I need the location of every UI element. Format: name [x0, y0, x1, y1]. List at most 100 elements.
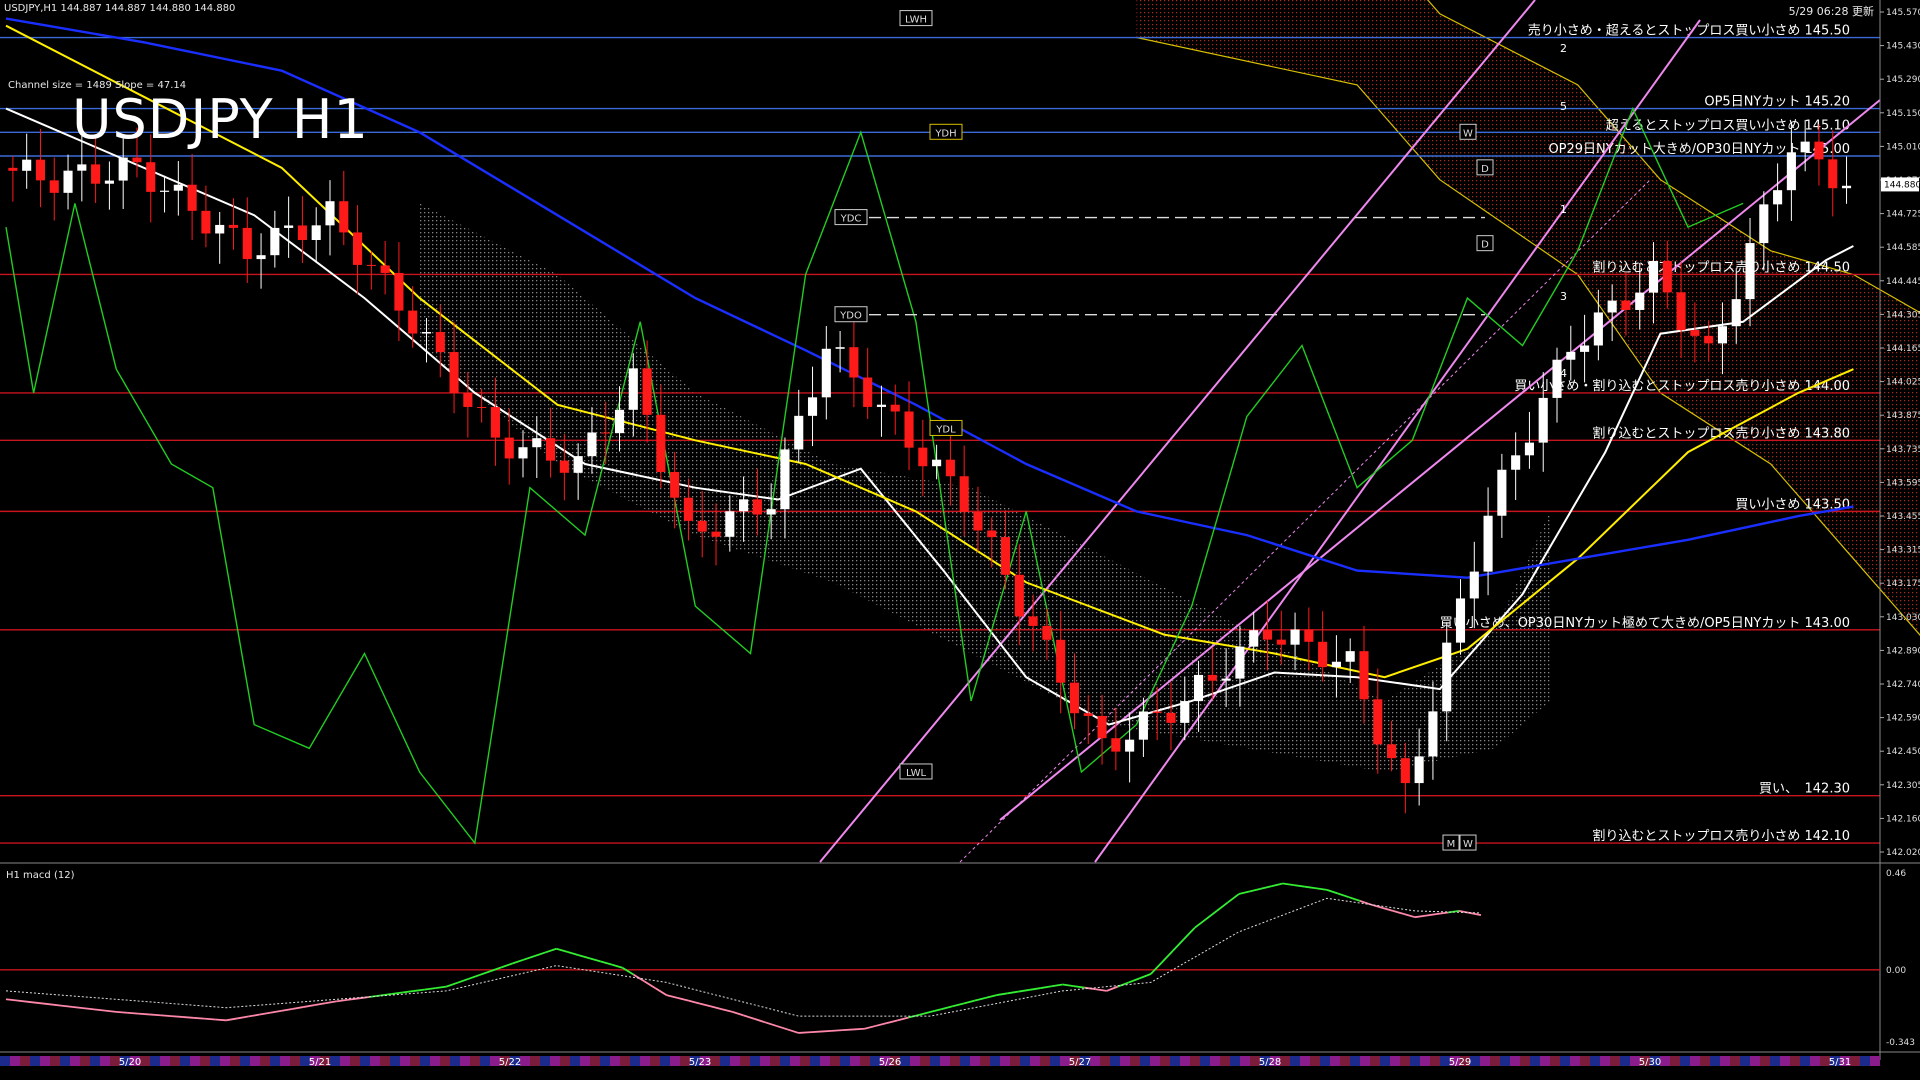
candle-body — [270, 227, 280, 256]
candle-body — [1304, 629, 1314, 642]
macd-segment — [71, 1005, 84, 1010]
date-stripe — [1230, 1056, 1240, 1066]
candle-body — [118, 157, 128, 181]
date-stripe — [480, 1056, 490, 1066]
date-stripe — [1520, 1056, 1530, 1066]
date-stripe — [1590, 1056, 1600, 1066]
date-stripe — [60, 1056, 70, 1066]
candle-body — [697, 520, 707, 532]
candle-body — [366, 264, 376, 266]
projection-label: 4 — [1560, 367, 1567, 380]
date-stripe — [780, 1056, 790, 1066]
axis-tick-label: 142.305 — [1886, 781, 1920, 791]
candle-body — [656, 414, 666, 472]
candle-body — [725, 511, 735, 537]
date-stripe — [340, 1056, 350, 1066]
date-stripe — [1610, 1056, 1620, 1066]
date-stripe — [980, 1056, 990, 1066]
date-stripe — [1510, 1056, 1520, 1066]
level-label: OP5日NYカット 145.20 — [1704, 95, 1850, 110]
date-stripe — [800, 1056, 810, 1066]
candle-body — [435, 332, 445, 353]
date-stripe — [960, 1056, 970, 1066]
candle-body — [77, 164, 87, 171]
macd-segment — [93, 1008, 106, 1012]
candle-body — [863, 377, 873, 407]
candle-body — [1428, 711, 1438, 757]
candle-body — [91, 164, 101, 184]
candle-body — [904, 411, 914, 448]
date-stripe — [740, 1056, 750, 1066]
date-stripe — [1280, 1056, 1290, 1066]
date-stripe — [1050, 1056, 1060, 1066]
candle-body — [1125, 739, 1135, 752]
macd-segment — [60, 1004, 73, 1008]
date-stripe — [850, 1056, 860, 1066]
macd-tick-label: 0.46 — [1886, 869, 1906, 879]
candle-body — [1800, 141, 1810, 153]
candle-body — [284, 225, 294, 228]
date-stripe — [720, 1056, 730, 1066]
date-stripe — [950, 1056, 960, 1066]
tag-text: YDL — [935, 424, 956, 435]
date-stripe — [1790, 1056, 1800, 1066]
candle-body — [1359, 651, 1369, 700]
candle-body — [1497, 469, 1507, 516]
date-stripe — [1100, 1056, 1110, 1066]
date-stripe — [710, 1056, 720, 1066]
macd-segment — [104, 1009, 117, 1013]
date-label: 5/21 — [309, 1057, 331, 1068]
date-stripe — [1620, 1056, 1630, 1066]
candle-body — [353, 232, 363, 265]
candle-body — [311, 225, 321, 240]
date-stripe — [1730, 1056, 1740, 1066]
date-stripe — [1300, 1056, 1310, 1066]
candle-body — [1690, 330, 1700, 336]
date-stripe — [990, 1056, 1000, 1066]
tag-text: YDO — [839, 311, 862, 322]
candle-body — [1814, 141, 1824, 160]
candle-body — [325, 201, 335, 226]
symbol-line: USDJPY,H1 144.887 144.887 144.880 144.88… — [4, 3, 236, 14]
date-stripe — [400, 1056, 410, 1066]
candle-body — [1028, 616, 1038, 626]
date-stripe — [1670, 1056, 1680, 1066]
candle-body — [463, 392, 473, 407]
date-stripe — [1470, 1056, 1480, 1066]
date-stripe — [1530, 1056, 1540, 1066]
date-stripe — [240, 1056, 250, 1066]
date-stripe — [230, 1056, 240, 1066]
candle-body — [1538, 397, 1548, 443]
date-label: 5/27 — [1069, 1057, 1091, 1068]
date-stripe — [100, 1056, 110, 1066]
date-stripe — [170, 1056, 180, 1066]
date-stripe — [80, 1056, 90, 1066]
candle-body — [587, 432, 597, 457]
candle-body — [1014, 574, 1024, 617]
candle-body — [987, 530, 997, 538]
level-label: 割り込むとストップロス売り小さめ 144.50 — [1592, 259, 1850, 275]
date-stripe — [390, 1056, 400, 1066]
macd-segment — [809, 1030, 821, 1034]
date-stripe — [600, 1056, 610, 1066]
candle-body — [628, 368, 638, 410]
axis-tick-label: 142.160 — [1886, 814, 1920, 824]
candle-body — [573, 456, 583, 473]
candle-body — [449, 352, 459, 393]
date-stripe — [1490, 1056, 1500, 1066]
axis-tick-label: 144.725 — [1886, 210, 1920, 220]
projection-label: 5 — [1560, 100, 1567, 113]
date-stripe — [1870, 1056, 1880, 1066]
candle-body — [821, 348, 831, 398]
date-stripe — [660, 1056, 670, 1066]
date-stripe — [1860, 1056, 1870, 1066]
date-stripe — [1580, 1056, 1590, 1066]
date-stripe — [1160, 1056, 1170, 1066]
date-stripe — [1810, 1056, 1820, 1066]
candle-body — [1745, 243, 1755, 300]
macd-segment — [27, 1000, 40, 1004]
date-label: 5/23 — [689, 1057, 711, 1068]
chart-svg: 売り小さめ・超えるとストップロス買い小さめ 145.50OP5日NYカット 14… — [0, 0, 1920, 1080]
date-stripe — [1710, 1056, 1720, 1066]
axis-tick-label: 143.735 — [1886, 445, 1920, 455]
